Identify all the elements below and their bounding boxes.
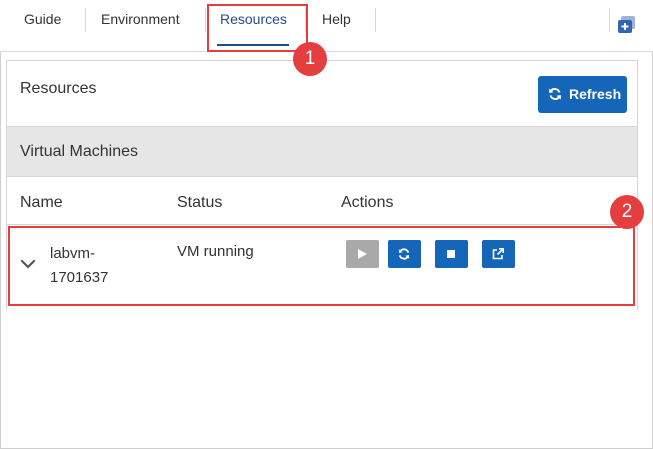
add-window-icon[interactable] <box>617 15 637 35</box>
tab-divider <box>609 8 610 32</box>
callout-box-resources-tab <box>207 4 308 52</box>
tab-divider <box>205 8 206 32</box>
tab-divider <box>375 8 376 32</box>
tab-bar: Guide Environment Resources Help <box>0 0 653 52</box>
column-header-actions: Actions <box>341 194 394 211</box>
tab-environment[interactable]: Environment <box>101 11 180 27</box>
section-header: Virtual Machines <box>7 127 637 177</box>
callout-box-vm-row <box>8 226 635 306</box>
refresh-button-label: Refresh <box>569 86 622 102</box>
column-header-name: Name <box>20 194 63 211</box>
refresh-button[interactable]: Refresh <box>538 76 627 113</box>
header-divider <box>7 224 637 225</box>
callout-badge: 2 <box>610 195 644 229</box>
tab-divider <box>85 8 86 32</box>
refresh-icon <box>549 88 561 100</box>
callout-badge: 1 <box>293 42 327 76</box>
tab-guide[interactable]: Guide <box>24 11 61 27</box>
column-header-status: Status <box>177 194 223 211</box>
tab-help[interactable]: Help <box>322 11 351 27</box>
panel-title: Resources <box>20 80 97 97</box>
section-title: Virtual Machines <box>20 143 138 160</box>
